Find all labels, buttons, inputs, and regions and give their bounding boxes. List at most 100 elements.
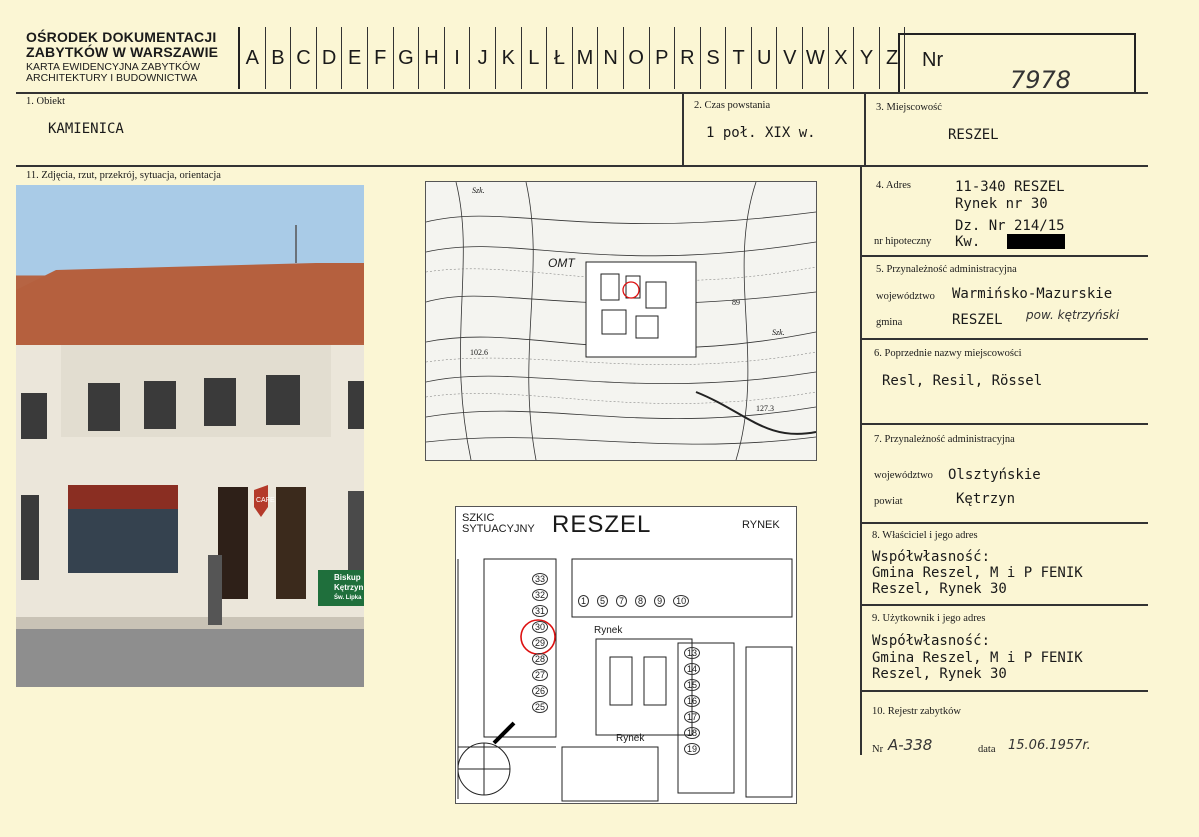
index-letter: H: [419, 27, 445, 89]
index-letter: N: [598, 27, 624, 89]
parcel-number: 7: [616, 595, 628, 607]
sketch-numbers-right: 13 14 15 16 17 18 19: [684, 647, 701, 755]
index-letter: M: [573, 27, 599, 89]
direction-sign-line-3: Św. Lipka: [334, 595, 362, 601]
przyn5-gmina-label: gmina: [876, 317, 903, 328]
index-letter: J: [470, 27, 496, 89]
index-letter: I: [445, 27, 471, 89]
parcel-number: 28: [532, 653, 549, 665]
index-letter: L: [522, 27, 548, 89]
rejestr-nr-label: Nr: [872, 744, 884, 755]
sketch-street-2: Rynek: [616, 733, 645, 744]
divider: [682, 92, 684, 167]
rejestr-data-value: 15.06.1957r.: [1008, 738, 1091, 753]
map1-label-omt: OMT: [548, 256, 575, 270]
map1-label-school2: Szk.: [772, 328, 785, 337]
building-photo-drawing: [16, 185, 364, 687]
sketch-numbers-left: 33 32 31 30 29 28 27 26 25: [532, 573, 549, 713]
parcel-number: 15: [684, 679, 701, 691]
adres-kw: Kw.: [955, 234, 981, 250]
divider: [862, 604, 1148, 606]
divider: [16, 165, 1148, 167]
rejestr-nr-value: A-338: [888, 736, 933, 754]
adres-line-2: Rynek nr 30: [955, 196, 1048, 212]
map1-label-school1: Szk.: [472, 186, 485, 195]
parcel-number: 32: [532, 589, 549, 601]
index-letter: S: [701, 27, 727, 89]
parcel-number: 29: [532, 637, 549, 649]
divider: [860, 165, 862, 755]
index-letter: B: [266, 27, 292, 89]
index-letter: X: [829, 27, 855, 89]
parcel-number: 9: [654, 595, 666, 607]
direction-sign-line-1: Biskup: [334, 573, 361, 582]
redacted-kw-number: [1007, 234, 1065, 249]
parcel-number: 5: [597, 595, 609, 607]
parcel-number: 18: [684, 727, 701, 739]
przyn5-gmina-value: RESZEL: [952, 312, 1003, 328]
parcel-number: 17: [684, 711, 701, 723]
sketch-corner: RYNEK: [742, 519, 780, 531]
przyn7-woj-label: województwo: [874, 470, 933, 481]
topographic-map-drawing: [426, 182, 816, 460]
parcel-number: 26: [532, 685, 549, 697]
poprz-label: 6. Poprzednie nazwy miejscowości: [874, 348, 1022, 359]
header-organization: OŚRODEK DOKUMENTACJI ZABYTKÓW W WARSZAWI…: [26, 30, 218, 60]
direction-sign: Biskup Kętrzyn Św. Lipka: [334, 573, 363, 603]
parcel-number: 19: [684, 743, 701, 755]
cafe-sign: CAFE: [256, 497, 275, 504]
uzytkownik-line-3: Reszel, Rynek 30: [872, 666, 1007, 682]
org-line-1: OŚRODEK DOKUMENTACJI: [26, 29, 217, 45]
sub-line-2: ARCHITEKTURY I BUDOWNICTWA: [26, 72, 198, 84]
parcel-number: 27: [532, 669, 549, 681]
site-sketch: SZKIC SYTUACYJNY RESZEL RYNEK Rynek Ryne…: [455, 506, 797, 804]
wlasciciel-label: 8. Właściciel i jego adres: [872, 530, 978, 541]
przyn7-powiat-label: powiat: [874, 496, 903, 507]
uzytkownik-line-2: Gmina Reszel, M i P FENIK: [872, 650, 1083, 666]
divider: [862, 690, 1148, 692]
index-letter: E: [342, 27, 368, 89]
czas-label: 2. Czas powstania: [694, 100, 771, 111]
nr-value: 7978: [1010, 66, 1072, 94]
index-letter: V: [777, 27, 804, 89]
parcel-number: 16: [684, 695, 701, 707]
sketch-town: RESZEL: [552, 511, 652, 538]
index-letter: R: [675, 27, 701, 89]
map1-label-elevation1: 102.6: [470, 348, 488, 357]
divider: [862, 338, 1148, 340]
map1-label-elevation2: 127.3: [756, 404, 774, 413]
zdjecia-label: 11. Zdjęcia, rzut, przekrój, sytuacja, o…: [26, 170, 221, 181]
org-line-2: ZABYTKÓW W WARSZAWIE: [26, 44, 219, 60]
sketch-numbers-top: 1 5 7 8 9 10: [578, 595, 690, 607]
header-subtitle: KARTA EWIDENCYJNA ZABYTKÓW ARCHITEKTURY …: [26, 62, 200, 84]
przyn5-woj-label: województwo: [876, 291, 935, 302]
przyn5-gmina-note: pow. kętrzyński: [1026, 308, 1120, 322]
przyn7-label: 7. Przynależność administracyjna: [874, 434, 1015, 445]
index-letter: F: [368, 27, 394, 89]
index-letter: Ł: [547, 27, 573, 89]
sketch-street-1: Rynek: [594, 625, 623, 636]
przyn7-powiat-value: Kętrzyn: [956, 491, 1016, 507]
hipoteczny-label: nr hipoteczny: [874, 236, 932, 247]
index-letter: O: [624, 27, 650, 89]
index-letter: U: [752, 27, 778, 89]
divider: [862, 522, 1148, 524]
parcel-number: 10: [673, 595, 690, 607]
divider: [16, 92, 1148, 94]
czas-value: 1 poł. XIX w.: [706, 125, 816, 141]
site-sketch-drawing: [457, 558, 793, 802]
obiekt-value: KAMIENICA: [48, 121, 124, 137]
poprz-value: Resl, Resil, Rössel: [882, 373, 1043, 389]
parcel-number: 33: [532, 573, 549, 585]
uzytkownik-line-1: Współwłasność:: [872, 633, 991, 649]
direction-sign-line-2: Kętrzyn: [334, 583, 364, 592]
divider: [864, 92, 866, 167]
parcel-number: 14: [684, 663, 701, 675]
przyn5-woj-value: Warmińsko-Mazurskie: [952, 286, 1113, 302]
parcel-number: 30: [532, 621, 549, 633]
przyn7-woj-value: Olsztyńskie: [948, 467, 1041, 483]
index-letter: A: [240, 27, 266, 89]
adres-dz: Dz. Nr 214/15: [955, 218, 1065, 234]
wlasciciel-line-1: Współwłasność:: [872, 549, 991, 565]
przyn5-label: 5. Przynależność administracyjna: [876, 264, 1017, 275]
